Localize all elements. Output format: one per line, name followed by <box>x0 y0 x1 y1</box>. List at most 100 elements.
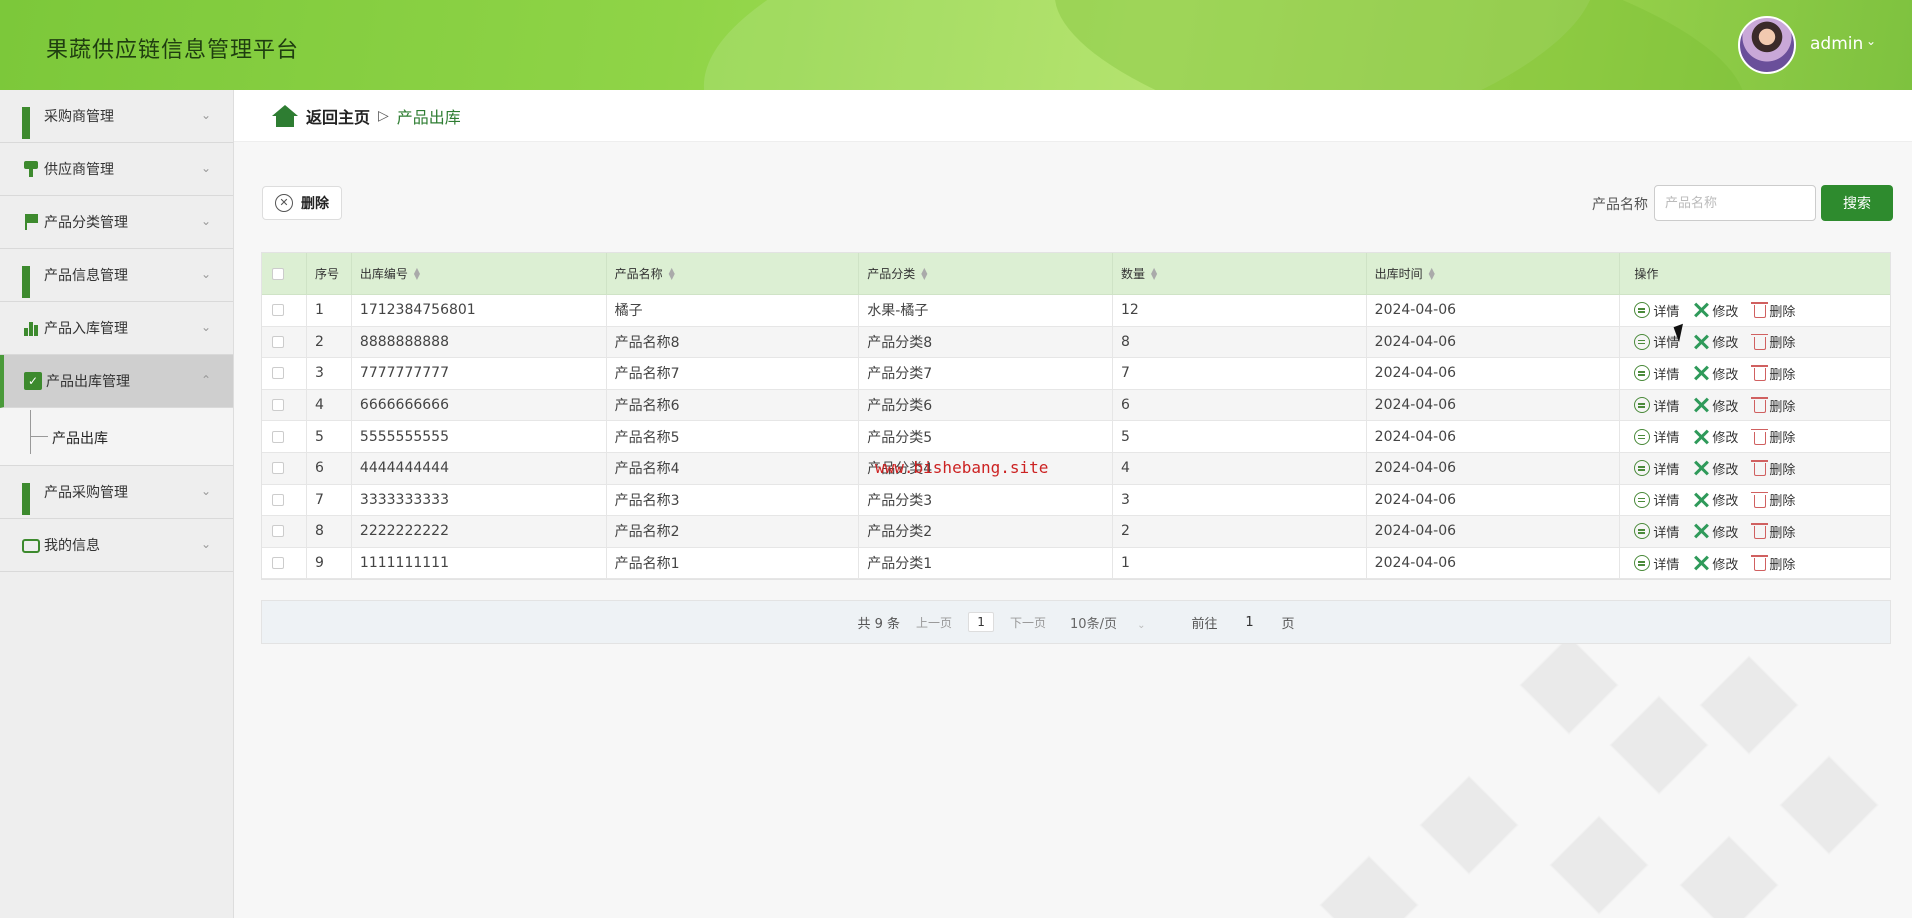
edit-button[interactable]: 修改 <box>1693 427 1738 446</box>
outbound-number-cell: 1712384756801 <box>352 295 607 326</box>
product-category: 产品分类5 <box>867 429 933 446</box>
sidebar-item-my-info[interactable]: 我的信息 ⌄ <box>0 519 233 572</box>
row-select-cell <box>262 452 307 484</box>
product-name: 橘子 <box>614 303 643 320</box>
view-button[interactable]: 详情 <box>1634 522 1679 541</box>
row-checkbox[interactable] <box>272 430 284 443</box>
table-row: 1 1712384756801 橘子 水果-橘子 12 2024-04-06 详情 修改 删除 <box>262 295 1890 327</box>
search-input[interactable] <box>1654 185 1816 221</box>
edit-button[interactable]: 修改 <box>1693 396 1738 415</box>
row-checkbox[interactable] <box>272 399 284 412</box>
delete-button[interactable]: 删除 <box>1751 522 1795 541</box>
sort-icon[interactable]: ▲ ▼ <box>921 266 927 280</box>
column-header[interactable]: 出库时间 ▲ ▼ <box>1367 253 1621 294</box>
edit-button[interactable]: 修改 <box>1693 459 1738 478</box>
goto-page-input[interactable]: 1 <box>1234 615 1266 630</box>
delete-label: 删除 <box>1769 304 1796 320</box>
row-checkbox[interactable] <box>272 304 284 317</box>
goto-label: 前往 <box>1191 616 1218 632</box>
avatar[interactable] <box>1738 16 1796 74</box>
column-header[interactable]: 产品名称 ▲ ▼ <box>607 253 860 294</box>
sidebar-item-label: 我的信息 <box>44 538 100 554</box>
sidebar-item-stock-out[interactable]: ✓ 产品出库管理 ⌃ <box>0 355 233 408</box>
next-page-button[interactable]: 下一页 <box>1010 614 1046 631</box>
view-button[interactable]: 详情 <box>1634 396 1679 415</box>
delete-button[interactable]: 删除 <box>1751 396 1795 415</box>
view-button[interactable]: 详情 <box>1634 301 1679 320</box>
home-icon[interactable] <box>272 104 298 127</box>
column-header[interactable]: 产品分类 ▲ ▼ <box>859 253 1113 294</box>
row-checkbox[interactable] <box>272 335 284 348</box>
edit-button[interactable]: 修改 <box>1693 332 1738 351</box>
edit-button[interactable]: 修改 <box>1693 490 1738 509</box>
view-button[interactable]: 详情 <box>1634 490 1679 509</box>
view-button[interactable]: 详情 <box>1634 554 1679 573</box>
sort-icon[interactable]: ▲ ▼ <box>1151 266 1157 280</box>
page-size-value: 10条/页 <box>1070 616 1117 632</box>
column-header[interactable]: 出库编号 ▲ ▼ <box>352 253 607 294</box>
row-checkbox[interactable] <box>272 525 284 538</box>
sort-icon[interactable]: ▲ ▼ <box>1429 266 1435 280</box>
chevron-down-icon[interactable]: ⌄ <box>1866 34 1876 48</box>
select-all-checkbox[interactable] <box>272 267 284 280</box>
batch-delete-button[interactable]: ✕ 删除 <box>262 186 342 220</box>
edit-button[interactable]: 修改 <box>1693 301 1738 320</box>
view-button[interactable]: 详情 <box>1634 427 1679 446</box>
sidebar-item-categories[interactable]: 产品分类管理 ⌄ <box>0 196 233 249</box>
stamp-icon <box>22 160 40 178</box>
sidebar-item-purchase[interactable]: 产品采购管理 ⌄ <box>0 466 233 519</box>
row-index-cell: 8 <box>307 516 352 547</box>
sidebar-subitem-label[interactable]: 产品出库 <box>52 428 108 448</box>
quantity-cell: 5 <box>1113 421 1367 452</box>
delete-button[interactable]: 删除 <box>1751 459 1795 478</box>
edit-button[interactable]: 修改 <box>1693 522 1738 541</box>
user-menu-name[interactable]: admin <box>1810 34 1863 54</box>
row-actions: 详情 修改 删除 <box>1620 421 1890 452</box>
close-circle-icon: ✕ <box>275 194 293 212</box>
sidebar-item-buyers[interactable]: 采购商管理 ⌄ <box>0 90 233 143</box>
delete-button[interactable]: 删除 <box>1751 364 1795 383</box>
page-size-select[interactable]: 10条/页 ⌄ <box>1062 613 1153 632</box>
row-index-cell: 5 <box>307 421 352 452</box>
edit-button[interactable]: 修改 <box>1693 364 1738 383</box>
row-index: 5 <box>314 428 324 445</box>
row-checkbox[interactable] <box>272 493 284 506</box>
delete-button[interactable]: 删除 <box>1751 554 1795 573</box>
column-header[interactable]: 数量 ▲ ▼ <box>1113 253 1367 294</box>
outbound-date-cell: 2024-04-06 <box>1367 326 1621 358</box>
delete-button[interactable]: 删除 <box>1751 427 1795 446</box>
row-checkbox[interactable] <box>272 462 284 475</box>
view-label: 详情 <box>1653 557 1680 573</box>
delete-button[interactable]: 删除 <box>1751 490 1795 509</box>
sidebar-item-stock-in[interactable]: 产品入库管理 ⌄ <box>0 302 233 355</box>
view-label: 详情 <box>1653 304 1680 320</box>
search-button[interactable]: 搜索 <box>1821 185 1893 221</box>
check-icon: ✓ <box>24 372 42 390</box>
sort-icon[interactable]: ▲ ▼ <box>669 266 675 280</box>
edit-button[interactable]: 修改 <box>1693 554 1738 573</box>
sidebar-item-label: 产品采购管理 <box>44 485 128 501</box>
outbound-number: 1712384756801 <box>359 302 476 319</box>
breadcrumb-home[interactable]: 返回主页 <box>306 104 370 128</box>
sort-icon[interactable]: ▲ ▼ <box>414 266 420 280</box>
product-name-cell: 产品名称8 <box>607 326 860 358</box>
delete-button[interactable]: 删除 <box>1751 332 1795 351</box>
flag-icon <box>22 213 40 231</box>
row-checkbox[interactable] <box>272 367 284 380</box>
edit-label: 修改 <box>1712 494 1739 510</box>
sidebar-item-products[interactable]: 产品信息管理 ⌄ <box>0 249 233 302</box>
row-actions: 详情 修改 删除 <box>1620 327 1890 358</box>
row-checkbox[interactable] <box>272 557 284 570</box>
view-detail-icon <box>1634 491 1651 508</box>
view-button[interactable]: 详情 <box>1634 459 1679 478</box>
product-category-cell: 产品分类7 <box>859 358 1113 389</box>
delete-button[interactable]: 删除 <box>1751 301 1796 320</box>
page-number[interactable]: 1 <box>968 612 995 632</box>
view-button[interactable]: 详情 <box>1634 364 1679 383</box>
background-tile <box>1549 815 1649 915</box>
view-button[interactable]: 详情 <box>1634 332 1679 351</box>
quantity-cell: 8 <box>1113 326 1367 358</box>
sidebar-item-suppliers[interactable]: 供应商管理 ⌄ <box>0 143 233 196</box>
sidebar-subitem-stock-out[interactable]: 产品出库 <box>0 408 233 466</box>
prev-page-button[interactable]: 上一页 <box>916 614 952 631</box>
